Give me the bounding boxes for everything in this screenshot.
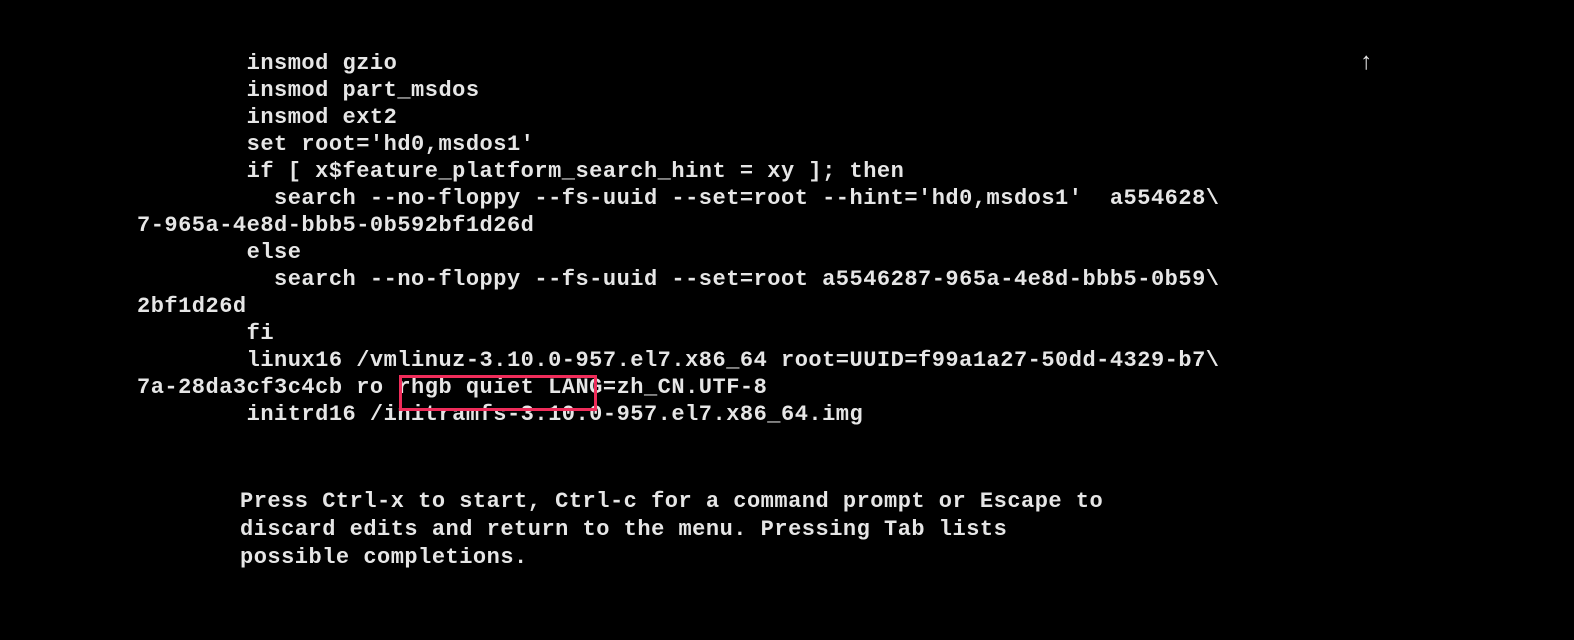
- grub-editor-content[interactable]: insmod gzio insmod part_msdos insmod ext…: [137, 50, 1454, 428]
- grub-help-text: Press Ctrl-x to start, Ctrl-c for a comm…: [240, 488, 1103, 572]
- scroll-up-arrow-icon: ↑: [1359, 50, 1374, 77]
